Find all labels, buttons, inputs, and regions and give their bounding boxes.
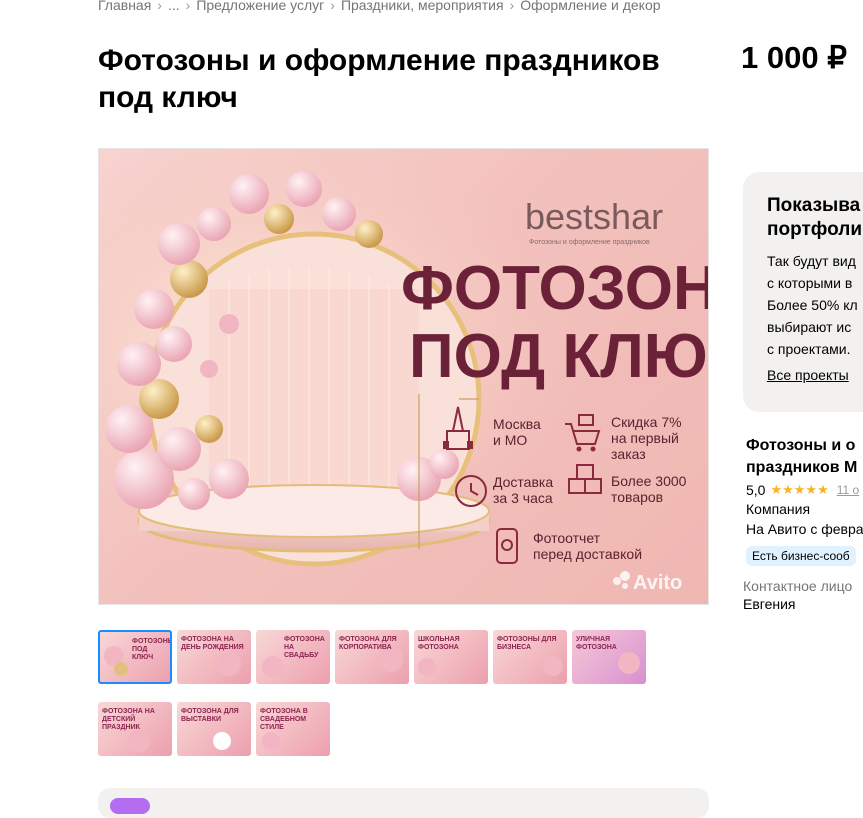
thumbnail[interactable]: ФОТОЗОНЫ ПОД КЛЮЧ xyxy=(98,630,172,684)
feature-1-line2: и МО xyxy=(493,432,527,448)
thumbnail[interactable]: ФОТОЗОНА ДЛЯ ВЫСТАВКИ xyxy=(177,702,251,756)
breadcrumb: Главная ›... › Предложение услуг › Праздники,… xyxy=(98,0,661,13)
feature-4-line1: Более 3000 xyxy=(611,473,687,489)
logo: bestshar xyxy=(525,196,663,237)
breadcrumb-holidays[interactable]: Праздники, мероприятия xyxy=(341,0,504,13)
feature-3-line1: Доставка xyxy=(493,474,553,490)
chevron-right-icon: › xyxy=(185,0,191,13)
thumbnail[interactable]: ФОТОЗОНА В СВАДЕБНОМ СТИЛЕ xyxy=(256,702,330,756)
reviews-link[interactable]: 11 о xyxy=(837,483,859,497)
thumbnail[interactable]: ФОТОЗОНА НА ДЕТСКИЙ ПРАЗДНИК xyxy=(98,702,172,756)
feature-1-line1: Москва xyxy=(493,416,541,432)
thumbnail[interactable]: ФОТОЗОНА НА СВАДЬБУ xyxy=(256,630,330,684)
breadcrumb-home[interactable]: Главная xyxy=(98,0,151,13)
bottom-card xyxy=(98,788,709,818)
feature-5-line2: перед доставкой xyxy=(533,546,642,562)
feature-2-line2: на первый xyxy=(611,430,679,446)
page-title: Фотозоны и оформление праздников под клю… xyxy=(98,44,660,114)
main-gallery-image[interactable]: bestshar Фотозоны и оформление празднико… xyxy=(98,148,709,605)
seller-name[interactable]: Фотозоны и о праздников М xyxy=(746,435,863,479)
feature-2-line1: Скидка 7% xyxy=(611,414,682,430)
price: 1 000 ₽ xyxy=(741,40,847,75)
thumbnail[interactable]: УЛИЧНАЯ ФОТОЗОНА xyxy=(572,630,646,684)
feature-4-line2: товаров xyxy=(611,489,663,505)
seller-since: На Авито с февра xyxy=(746,521,863,537)
main-image-artwork: bestshar Фотозоны и оформление празднико… xyxy=(99,149,709,604)
portfolio-text: Так будут вид с которыми в Более 50% кл … xyxy=(767,253,858,357)
promo-icon xyxy=(110,798,150,814)
portfolio-card: Показыва портфоли Так будут вид с которы… xyxy=(743,172,863,412)
all-projects-link[interactable]: Все проекты xyxy=(767,367,849,383)
chevron-right-icon: › xyxy=(330,0,335,13)
chevron-right-icon: › xyxy=(157,0,162,13)
business-badge[interactable]: Есть бизнес-сооб xyxy=(746,546,856,566)
seller-info: Фотозоны и о праздников М 5,0 ★★★★★ 11 о… xyxy=(746,435,863,566)
thumbnail[interactable]: ФОТОЗОНА ДЛЯ КОРПОРАТИВА xyxy=(335,630,409,684)
image-headline-2: ПОД КЛЮЧ xyxy=(409,322,709,391)
chevron-right-icon: › xyxy=(509,0,515,13)
logo-subtitle: Фотозоны и оформление праздников xyxy=(529,239,650,246)
star-icon: ★★★★★ xyxy=(770,482,829,497)
contact-label: Контактное лицо xyxy=(743,578,853,594)
svg-text:Avito: Avito xyxy=(633,572,682,594)
breadcrumb-decor[interactable]: Оформление и декор xyxy=(520,0,660,13)
feature-2-line3: заказ xyxy=(611,446,646,462)
portfolio-title: Показыва портфоли xyxy=(767,195,862,240)
thumbnail[interactable]: ШКОЛЬНАЯ ФОТОЗОНА xyxy=(414,630,488,684)
rating-value: 5,0 xyxy=(746,482,766,498)
image-headline-1: ФОТОЗОНЫ xyxy=(401,254,709,323)
feature-5-line1: Фотоотчет xyxy=(533,530,601,546)
contact-name: Евгения xyxy=(743,596,796,612)
breadcrumb-services[interactable]: Предложение услуг xyxy=(196,0,324,13)
seller-type: Компания xyxy=(746,501,811,517)
thumbnail[interactable]: ФОТОЗОНА НА ДЕНЬ РОЖДЕНИЯ xyxy=(177,630,251,684)
seller-rating: 5,0 ★★★★★ 11 о xyxy=(746,482,863,498)
feature-3-line2: за 3 часа xyxy=(493,490,553,506)
breadcrumb-ellipsis[interactable]: ... xyxy=(168,0,180,13)
thumbnail[interactable]: ФОТОЗОНЫ ДЛЯ БИЗНЕСА xyxy=(493,630,567,684)
